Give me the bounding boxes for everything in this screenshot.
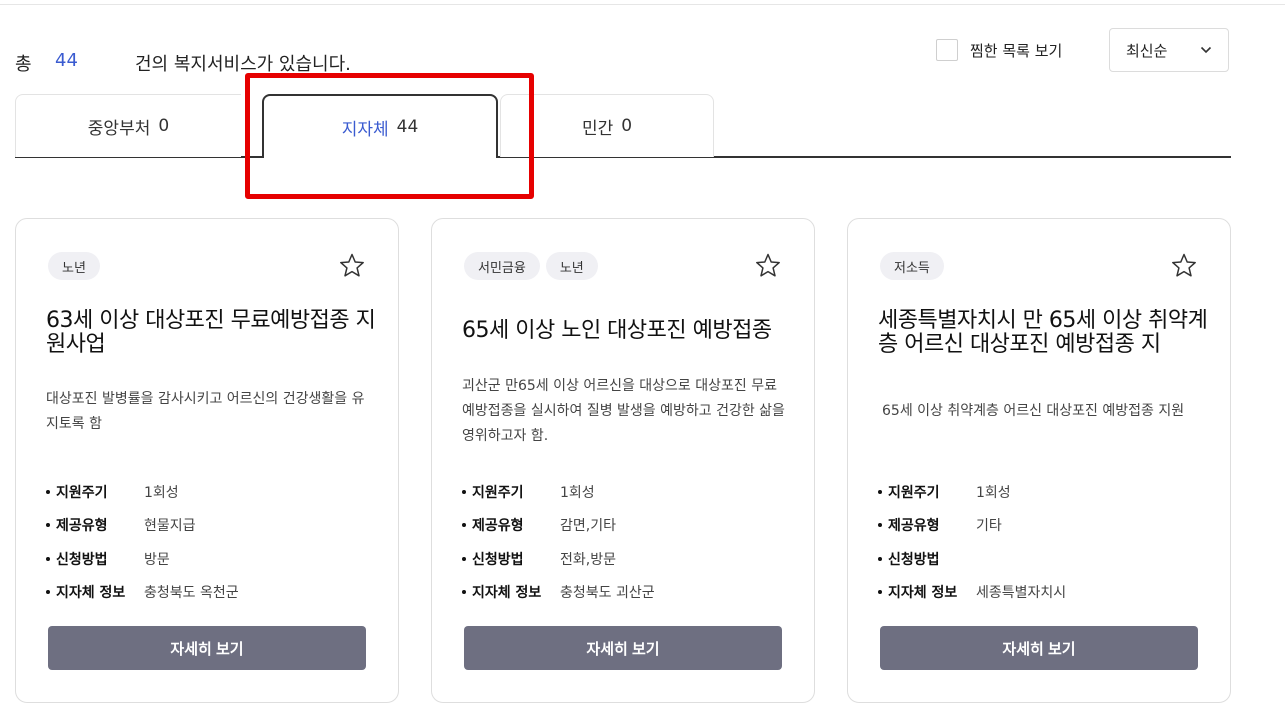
card-info-list: 지원주기 1회성 제공유형 감면,기타 신청방법 전화,방문 지자체 정보 충청북도 괴… <box>462 475 655 609</box>
view-details-button[interactable]: 자세히 보기 <box>880 626 1198 670</box>
info-key: 제공유형 <box>878 515 976 535</box>
info-value: 전화,방문 <box>560 551 616 568</box>
tab-label: 민간 <box>581 118 614 139</box>
card-title[interactable]: 세종특별자치시 만 65세 이상 취약계층 어르신 대상포진 예방접종 지 <box>878 309 1208 357</box>
info-key: 지자체 정보 <box>46 582 144 602</box>
category-tag: 노년 <box>545 252 598 280</box>
info-value: 1회성 <box>144 484 179 501</box>
info-value: 세종특별자치시 <box>976 585 1067 602</box>
info-row: 제공유형 현물지급 <box>46 509 239 543</box>
tab-private[interactable]: 민간 0 <box>500 94 714 157</box>
info-value: 기타 <box>976 518 1002 535</box>
sort-selected-value: 최신순 <box>1126 41 1168 60</box>
card-title[interactable]: 65세 이상 노인 대상포진 예방접종 <box>462 319 792 343</box>
info-row: 지원주기 1회성 <box>878 475 1066 509</box>
summary-suffix: 건의 복지서비스가 있습니다. <box>135 54 351 75</box>
info-value: 충청북도 괴산군 <box>560 585 655 602</box>
wishlist-toggle[interactable]: 찜한 목록 보기 <box>936 39 1062 61</box>
service-card: 노년 63세 이상 대상포진 무료예방접종 지원사업 대상포진 발병률을 감사시… <box>15 218 399 703</box>
tab-count: 0 <box>621 116 633 136</box>
info-row: 지자체 정보 충청북도 옥천군 <box>46 576 239 610</box>
category-tag: 노년 <box>48 252 100 280</box>
info-key: 신청방법 <box>46 549 144 569</box>
tab-central-government[interactable]: 중앙부처 0 <box>15 94 241 157</box>
card-info-list: 지원주기 1회성 제공유형 현물지급 신청방법 방문 지자체 정보 충청북도 옥천군 <box>46 475 239 609</box>
top-divider <box>0 4 1285 5</box>
wishlist-checkbox[interactable] <box>936 39 958 61</box>
info-row: 지자체 정보 충청북도 괴산군 <box>462 576 655 610</box>
summary-count: 44 <box>55 50 78 71</box>
tab-label: 지자체 <box>341 119 389 140</box>
star-icon[interactable] <box>754 252 782 280</box>
summary-total-label: 총 <box>15 54 32 75</box>
info-row: 신청방법 전화,방문 <box>462 542 655 576</box>
info-row: 지원주기 1회성 <box>46 475 239 509</box>
info-key: 지자체 정보 <box>462 582 560 602</box>
tab-label: 중앙부처 <box>87 118 151 139</box>
card-title[interactable]: 63세 이상 대상포진 무료예방접종 지원사업 <box>46 309 376 357</box>
category-tag: 저소득 <box>880 252 944 280</box>
card-info-list: 지원주기 1회성 제공유형 기타 신청방법 지자체 정보 세종특별자치시 <box>878 475 1066 609</box>
info-row: 제공유형 감면,기타 <box>462 509 655 543</box>
info-row: 지자체 정보 세종특별자치시 <box>878 576 1066 610</box>
service-card: 서민금융 노년 65세 이상 노인 대상포진 예방접종 괴산군 만65세 이상 … <box>431 218 815 703</box>
wishlist-label: 찜한 목록 보기 <box>970 41 1063 60</box>
star-icon[interactable] <box>1170 252 1198 280</box>
card-description: 대상포진 발병률을 감사시키고 어르신의 건강생활을 유지토록 함 <box>46 391 365 432</box>
card-description: 괴산군 만65세 이상 어르신을 대상으로 대상포진 무료 예방접종을 실시하여… <box>462 378 785 444</box>
info-value: 방문 <box>144 551 170 568</box>
info-row: 신청방법 방문 <box>46 542 239 576</box>
info-key: 지자체 정보 <box>878 582 976 602</box>
info-row: 지원주기 1회성 <box>462 475 655 509</box>
info-key: 지원주기 <box>462 482 560 502</box>
active-tab-underline-gap <box>264 155 496 159</box>
info-value: 1회성 <box>976 484 1011 501</box>
service-card: 저소득 세종특별자치시 만 65세 이상 취약계층 어르신 대상포진 예방접종 … <box>847 218 1231 703</box>
info-key: 지원주기 <box>878 482 976 502</box>
view-details-button[interactable]: 자세히 보기 <box>464 626 782 670</box>
card-tags: 노년 <box>48 252 100 280</box>
sort-select[interactable]: 최신순 <box>1109 28 1229 72</box>
info-key: 제공유형 <box>462 515 560 535</box>
info-key: 지원주기 <box>46 482 144 502</box>
card-tags: 저소득 <box>880 252 944 280</box>
category-tag: 서민금융 <box>464 252 540 280</box>
tab-count: 44 <box>396 117 419 137</box>
info-row: 제공유형 기타 <box>878 509 1066 543</box>
card-tags: 서민금융 노년 <box>464 252 598 280</box>
info-value: 충청북도 옥천군 <box>144 585 239 602</box>
info-value: 현물지급 <box>144 518 196 535</box>
tab-local-government[interactable]: 지자체 44 <box>262 94 498 158</box>
star-icon[interactable] <box>338 252 366 280</box>
tab-count: 0 <box>158 116 170 136</box>
info-value: 감면,기타 <box>560 518 616 535</box>
view-details-button[interactable]: 자세히 보기 <box>48 626 366 670</box>
info-key: 신청방법 <box>878 549 976 569</box>
info-row: 신청방법 <box>878 542 1066 576</box>
chevron-down-icon <box>1200 46 1212 54</box>
info-key: 제공유형 <box>46 515 144 535</box>
info-key: 신청방법 <box>462 549 560 569</box>
card-description: 65세 이상 취약계층 어르신 대상포진 예방접종 지원 <box>882 403 1185 419</box>
info-value: 1회성 <box>560 484 595 501</box>
